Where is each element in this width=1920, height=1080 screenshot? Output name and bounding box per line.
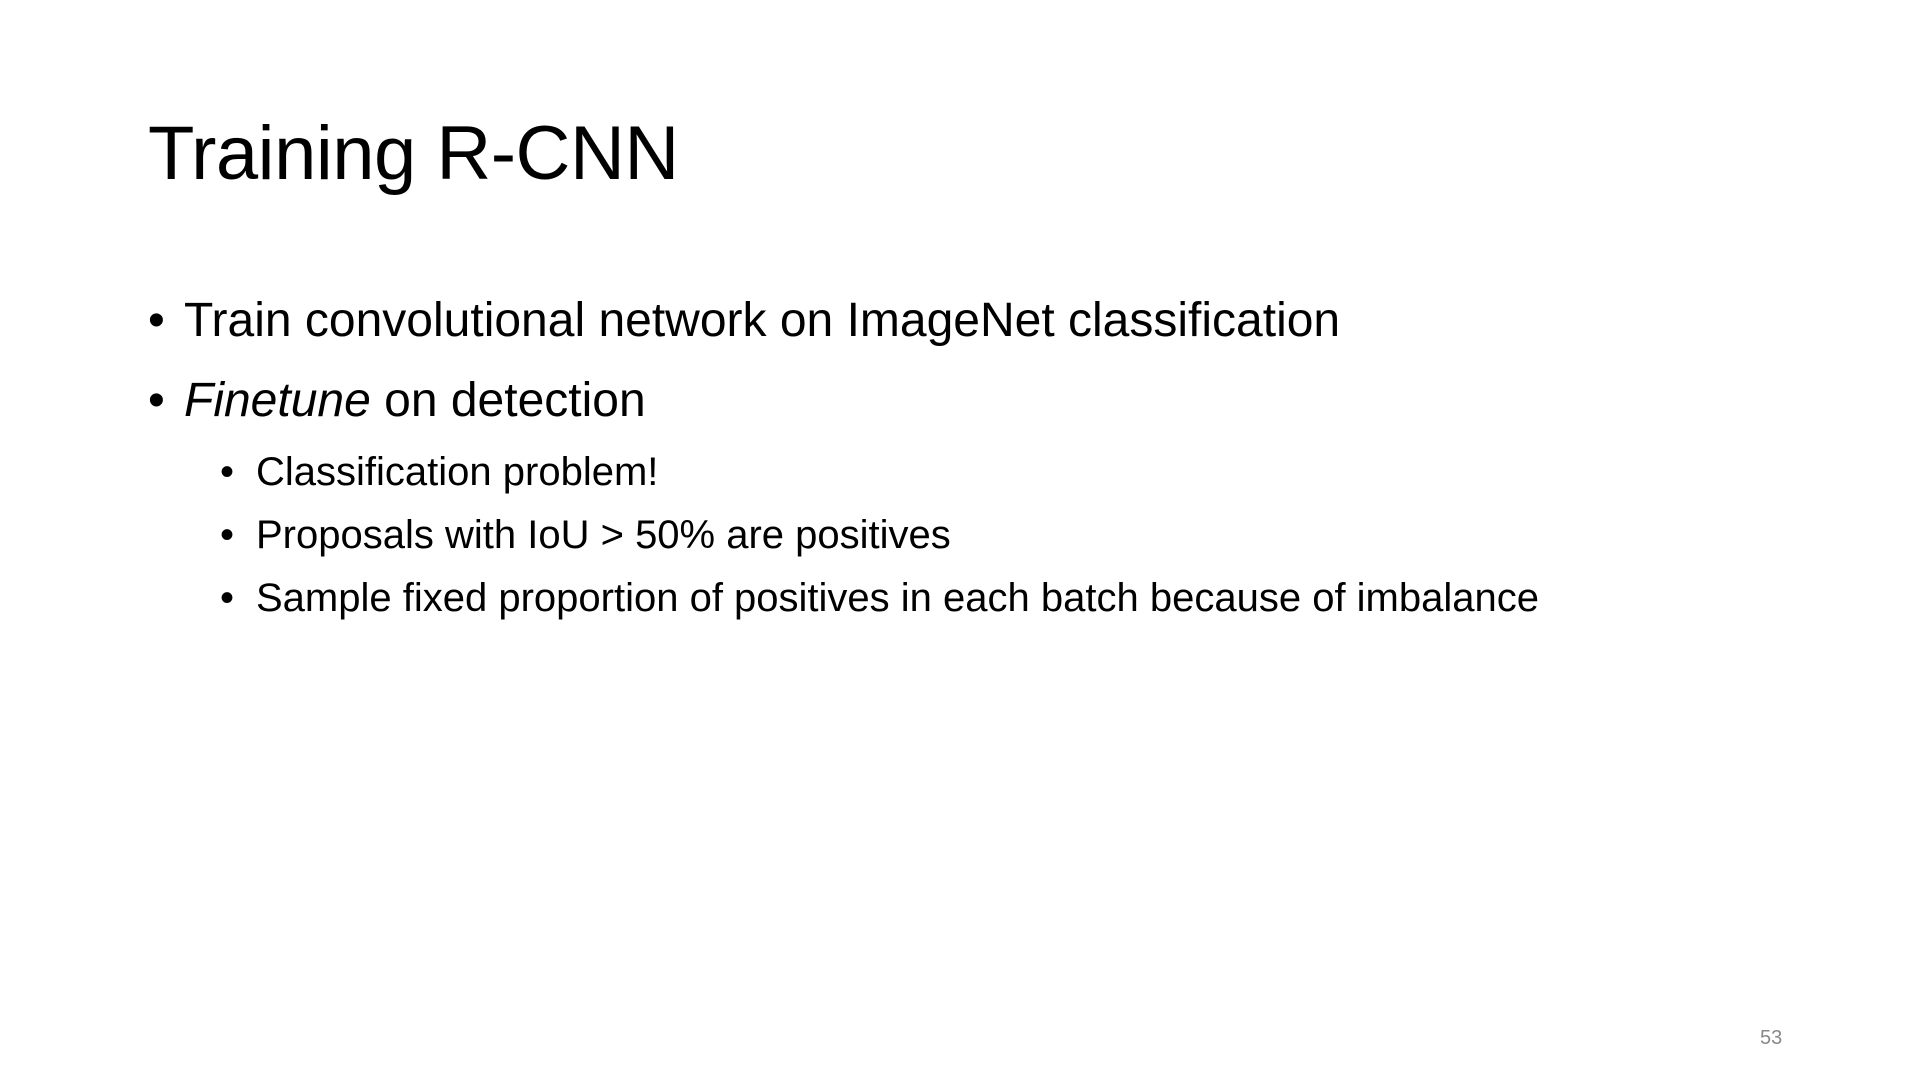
bullet-item-train: • Train convolutional network on ImageNe… [148, 292, 1800, 350]
sub-bullet-item: • Classification problem! [148, 448, 1800, 496]
bullet-list: • Train convolutional network on ImageNe… [148, 292, 1800, 637]
slide-title: Training R-CNN [148, 111, 679, 196]
bullet-emphasis: Finetune [184, 374, 371, 427]
sub-bullet-text: Proposals with IoU > 50% are positives [256, 513, 951, 557]
bullet-dot-icon: • [220, 513, 235, 557]
sub-bullet-item: • Sample fixed proportion of positives i… [148, 574, 1800, 622]
bullet-text: on detection [370, 374, 646, 427]
bullet-dot-icon: • [220, 450, 235, 494]
bullet-dot-icon: • [148, 294, 165, 347]
sub-bullet-text: Sample fixed proportion of positives in … [256, 576, 1539, 620]
sub-bullet-item: • Proposals with IoU > 50% are positives [148, 511, 1800, 559]
bullet-dot-icon: • [148, 374, 165, 427]
page-number: 53 [1760, 1027, 1783, 1049]
bullet-dot-icon: • [220, 576, 235, 620]
slide: Training R-CNN • Train convolutional net… [0, 0, 1920, 1080]
sub-bullet-text: Classification problem! [256, 450, 659, 494]
bullet-text: Train convolutional network on ImageNet … [184, 294, 1341, 347]
bullet-item-finetune: • Finetune on detection [148, 372, 1800, 430]
